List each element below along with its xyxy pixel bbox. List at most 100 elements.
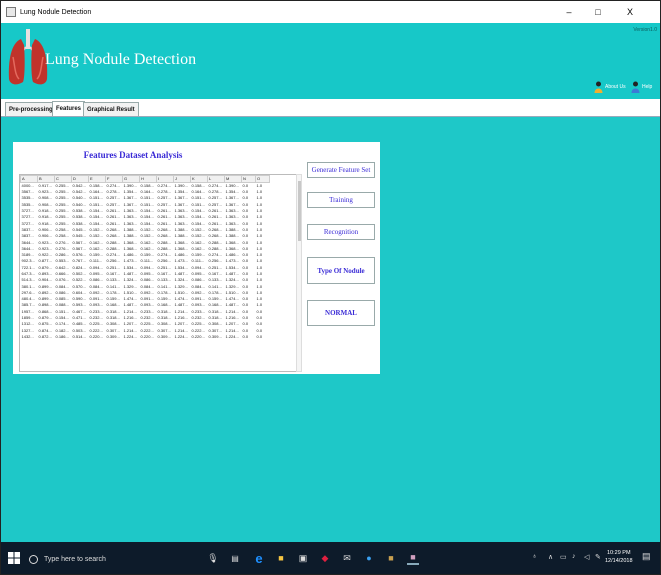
column-header[interactable]: H [139,175,157,183]
mcafee-icon[interactable]: ◆ [319,551,331,565]
volume-icon[interactable]: ♪ [572,553,576,560]
table-scrollbar[interactable] [296,174,302,372]
notification-center-icon[interactable]: ▤ [642,551,651,562]
maximize-button[interactable]: □ [585,1,611,23]
network-icon[interactable]: ▭ [560,553,567,561]
close-button[interactable]: X [617,1,643,23]
store-icon[interactable]: ▣ [297,551,309,565]
table-row[interactable]: 514.3... 0.904... 0.076... 0.522... 0.086...… [21,277,270,283]
type-of-nodule-button[interactable]: Type Of Nodule [307,257,375,284]
tab-graphical-result[interactable]: Graphical Result [83,102,139,116]
window-title: Lung Nodule Detection [20,8,92,16]
table-cell: 0.309... [106,333,120,339]
table-row[interactable]: 3727... 0.918... 0.255... 0.538... 0.154... 0… [21,214,270,220]
table-row[interactable]: 722.1... 0.879... 0.642... 0.824... 0.094...… [21,265,270,271]
help-button[interactable]: Help [631,81,652,93]
features-table[interactable]: ABCDEFGHIJKLMNO 4000... 0.917... 0.255... 0… [19,174,301,372]
table-row[interactable]: 3535... 0.908... 0.255... 0.540... 0.151... 0… [21,202,270,208]
app-header: Version1.0 Lung Nodule Detection About U… [1,23,660,99]
table-cell: 0.220... [191,333,205,339]
table-row[interactable]: 3837... 0.906... 0.258... 0.545... 0.152... 0… [21,233,270,239]
table-row[interactable]: 3644... 0.923... 0.276... 0.567... 0.162... 0… [21,239,270,245]
table-row[interactable]: 3567... 0.923... 0.255... 0.542... 0.164... 0… [21,189,270,195]
about-us-button[interactable]: About Us [594,81,626,93]
pen-icon[interactable]: ✎ [595,553,601,561]
panel-title: Features Dataset Analysis [83,150,183,160]
clock-date: 12/14/2018 [605,558,633,564]
about-us-label: About Us [605,84,626,90]
table-row[interactable]: 3727... 0.918... 0.255... 0.538... 0.154... 0… [21,208,270,214]
column-header[interactable]: E [88,175,106,183]
generate-feature-set-button[interactable]: Generate Feature Set [307,162,375,178]
column-header[interactable]: I [156,175,174,183]
table-cell: 1.224... [123,333,137,339]
column-header[interactable]: G [122,175,140,183]
system-clock[interactable]: 10:29 PM 12/14/2018 [605,549,633,565]
windows-start-icon[interactable] [8,552,20,564]
result-label: NORMAL [307,300,375,326]
table-row[interactable]: 297.6... 0.892... 0.086... 0.604... 0.092...… [21,290,270,296]
column-header[interactable]: K [190,175,208,183]
mail-icon[interactable]: ✉ [341,551,353,565]
table-cell: 0.309... [208,333,222,339]
training-button[interactable]: Training [307,192,375,208]
taskbar: Type here to search 🎙 ▤ e ■ ▣ ◆ ✉ ● ■ ■ … [1,542,660,574]
column-header[interactable]: F [105,175,123,183]
column-header[interactable]: C [54,175,72,183]
cortana-icon [29,554,38,564]
table-row[interactable]: 480.4... 0.899... 0.085... 0.590... 0.091...… [21,296,270,302]
column-header[interactable]: A [20,175,38,183]
tab-bar: Pre-processing Features Graphical Result [1,99,660,117]
table-cell: 0.220... [140,333,154,339]
help-user-icon [631,81,640,93]
minimize-button[interactable]: – [556,1,582,23]
table-row[interactable]: 3727... 0.918... 0.255... 0.538... 0.154... 0… [21,220,270,226]
column-header[interactable]: O [255,175,270,183]
table-row[interactable]: 1957... 0.868... 0.151... 0.467... 0.233... 0… [21,309,270,315]
file-explorer-icon[interactable]: ■ [275,551,287,565]
speaker-icon[interactable]: ◁ [584,553,589,561]
content-area: Features Dataset Analysis ABCDEFGHIJKLMN… [1,117,660,542]
running-app-icon[interactable]: ■ [407,551,419,565]
column-header[interactable]: J [173,175,191,183]
table-header-row: ABCDEFGHIJKLMNO [20,175,270,183]
people-icon[interactable]: ♁ [532,553,537,560]
column-header[interactable]: B [37,175,55,183]
table-row[interactable]: 3644... 0.923... 0.276... 0.567... 0.162... 0… [21,246,270,252]
search-placeholder: Type here to search [44,555,106,563]
column-header[interactable]: L [207,175,225,183]
table-row[interactable]: 1327... 0.874... 0.182... 0.503... 0.222... 0… [21,328,270,334]
scrollbar-thumb[interactable] [298,181,301,241]
table-row[interactable]: 902.3... 0.877... 0.553... 0.767... 0.111...… [21,258,270,264]
microphone-icon[interactable]: 🎙 [207,551,219,565]
recognition-button[interactable]: Recognition [307,224,375,240]
table-cell: 0.220... [89,333,103,339]
table-row[interactable]: 3535... 0.908... 0.255... 0.540... 0.151... 0… [21,195,270,201]
table-row[interactable]: 1312... 0.875... 0.174... 0.485... 0.225... 0… [21,321,270,327]
column-header[interactable]: M [224,175,242,183]
column-header[interactable]: D [71,175,89,183]
shield-app-icon[interactable]: ● [363,551,375,565]
table-cell: 0.0 [242,333,249,339]
show-hidden-icons[interactable]: ∧ [548,553,553,561]
taskbar-search-box[interactable]: Type here to search [23,545,163,573]
title-bar: Lung Nodule Detection – □ X [1,1,660,23]
table-row[interactable]: 385.7... 0.898... 0.088... 0.593... 0.093...… [21,302,270,308]
table-row[interactable]: 1859... 0.879... 0.154... 0.471... 0.232... 0… [21,315,270,321]
edge-browser-icon[interactable]: e [253,551,265,566]
column-header[interactable]: N [241,175,256,183]
table-row[interactable]: 4000... 0.917... 0.255... 0.542... 0.158... 0… [21,183,270,190]
table-row[interactable]: 1432... 0.872... 0.186... 0.514... 0.220... 0… [21,334,270,340]
task-view-icon[interactable]: ▤ [229,551,241,565]
tab-features[interactable]: Features [52,101,86,116]
table-cell: 0.872... [38,333,52,339]
tab-pre-processing[interactable]: Pre-processing [5,102,57,116]
app-window: Lung Nodule Detection – □ X Version1.0 L… [0,0,661,575]
table-row[interactable]: 380.1... 0.899... 0.084... 0.570... 0.084...… [21,283,270,289]
table-row[interactable]: 3837... 0.906... 0.258... 0.545... 0.152... 0… [21,227,270,233]
table-row[interactable]: 3189... 0.922... 0.286... 0.576... 0.159... 0… [21,252,270,258]
clock-time: 10:29 PM [606,550,631,556]
user-icon [594,81,603,93]
java-app-icon[interactable]: ■ [385,551,397,565]
table-row[interactable]: 647.3... 0.893... 0.666... 0.502... 0.095...… [21,271,270,277]
